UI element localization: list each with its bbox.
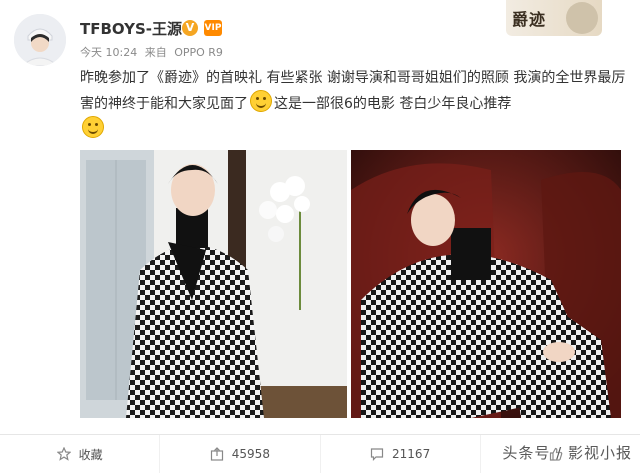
- avatar[interactable]: [14, 14, 66, 66]
- share-icon: [210, 447, 223, 461]
- comment-button[interactable]: 21167: [321, 435, 481, 473]
- post-meta: 今天 10:24 来自 OPPO R9: [80, 44, 227, 60]
- post-text: 昨晚参加了《爵迹》的首映礼 有些紧张 谢谢导演和哥哥姐姐们的照顾 我演的全世界最…: [80, 66, 628, 142]
- photo-2-image: [351, 150, 621, 418]
- comment-icon: [370, 448, 384, 461]
- avatar-image: [14, 14, 66, 66]
- post-photo-1[interactable]: [80, 150, 347, 418]
- source-device[interactable]: OPPO R9: [174, 46, 223, 59]
- photo-1-image: [80, 150, 347, 418]
- movie-promo-banner[interactable]: 爵迹: [506, 0, 602, 36]
- share-count: 45958: [231, 447, 270, 461]
- smile-emoji-icon: [250, 90, 272, 112]
- post-text-part2: 这是一部很6的电影 苍白少年良心推荐: [274, 96, 512, 112]
- favorite-button[interactable]: 收藏: [0, 435, 161, 473]
- vip-badge-icon: VIP: [204, 20, 222, 36]
- post-time[interactable]: 今天 10:24: [80, 46, 137, 59]
- post-photo-2[interactable]: [351, 150, 621, 418]
- comment-count: 21167: [392, 447, 431, 461]
- promo-title: 爵迹: [512, 10, 547, 29]
- verified-badge-icon: V: [182, 20, 198, 36]
- username[interactable]: TFBOYS-王源: [80, 18, 182, 39]
- promo-portrait-image: [566, 2, 598, 34]
- favorite-label: 收藏: [78, 447, 103, 462]
- laugh-emoji-icon: [82, 116, 104, 138]
- source-prefix: 来自: [144, 46, 167, 59]
- watermark-text: 头条号 / 影视小报: [502, 444, 632, 462]
- star-icon: [56, 447, 71, 461]
- share-button[interactable]: 45958: [160, 435, 321, 473]
